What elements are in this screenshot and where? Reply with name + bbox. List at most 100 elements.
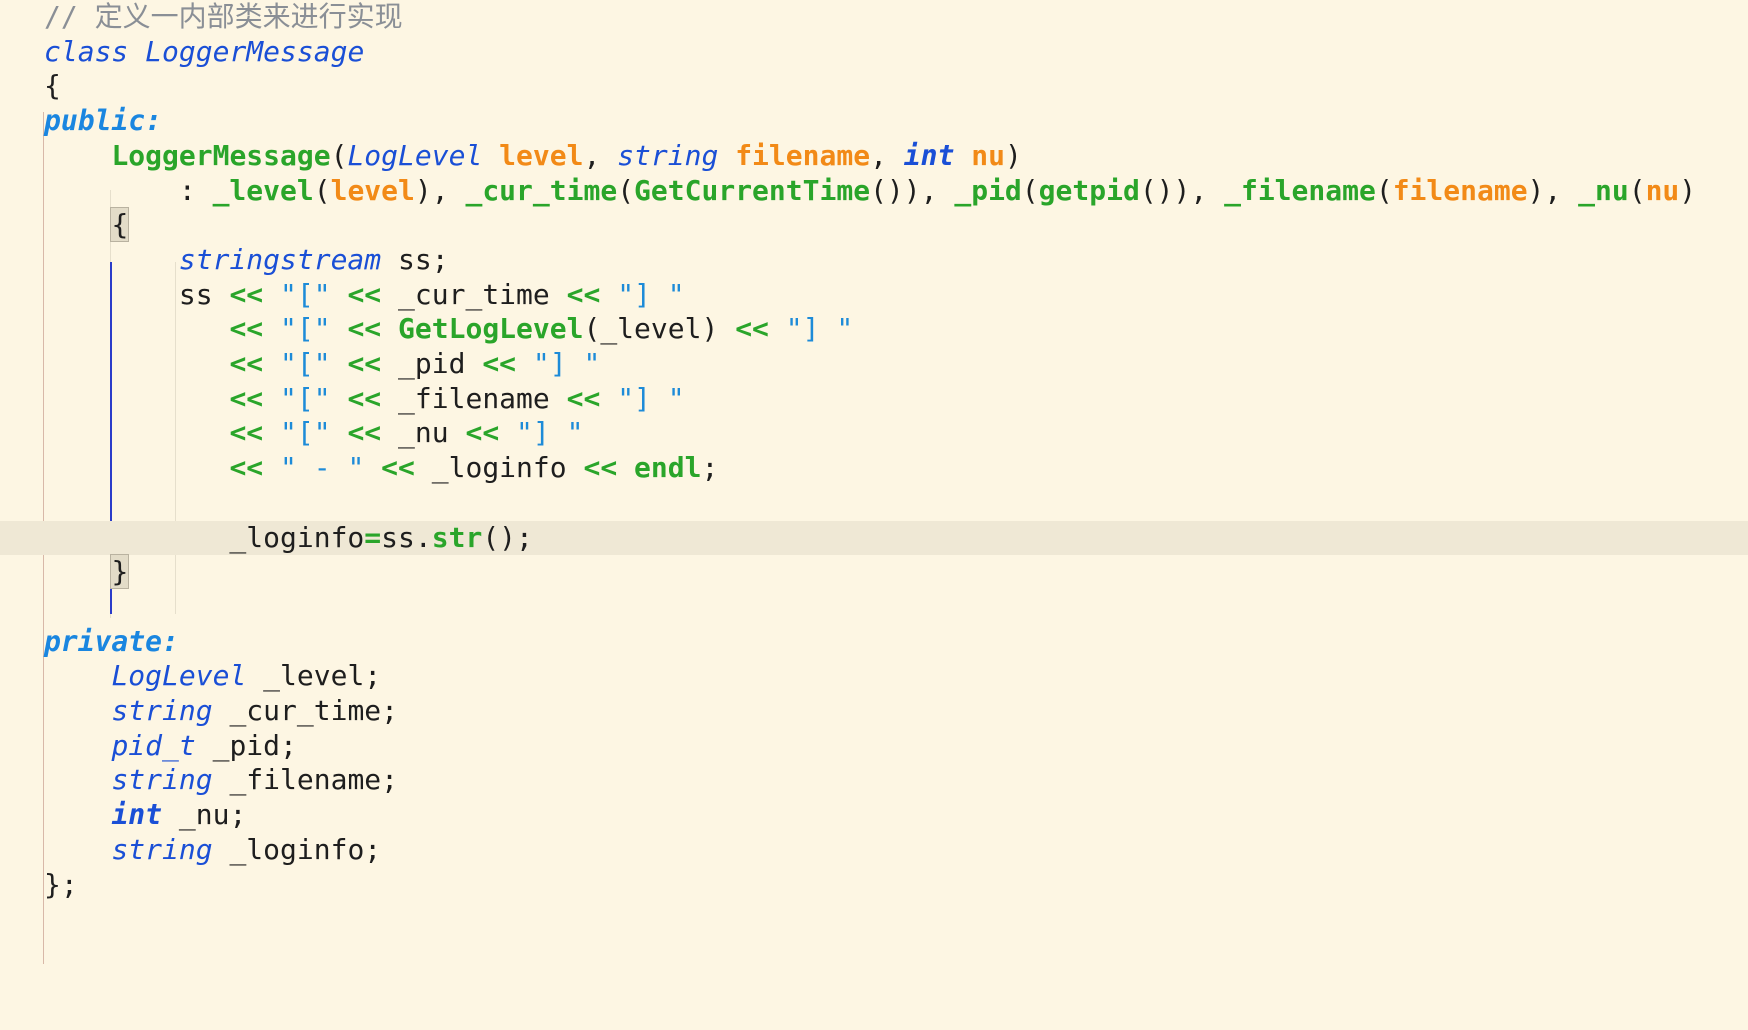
code-line[interactable]: { — [0, 207, 1748, 243]
code-token: nu — [1645, 173, 1680, 207]
code-line[interactable]: private: — [0, 625, 1748, 660]
code-line[interactable]: ss << "[" << _cur_time << "] " — [0, 278, 1748, 313]
code-token: getpid — [1038, 173, 1140, 207]
code-line[interactable]: << "[" << _filename << "] " — [0, 382, 1748, 417]
code-line-text: { — [44, 207, 130, 243]
code-token: ; — [701, 451, 719, 485]
code-line[interactable]: int _nu; — [0, 798, 1748, 833]
code-line[interactable] — [0, 486, 1748, 521]
code-token: "[" — [280, 347, 331, 380]
code-token: << — [229, 381, 264, 415]
code-token: _filename — [1224, 173, 1376, 207]
code-token: _level; — [246, 659, 382, 693]
code-token: endl — [634, 451, 702, 485]
code-token: _pid — [954, 173, 1022, 207]
code-token: << — [229, 347, 264, 380]
code-line[interactable]: // 定义一内部类来进行实现 — [0, 0, 1748, 35]
code-token: ss — [44, 277, 230, 311]
code-line[interactable]: { — [0, 69, 1748, 104]
code-line-text: { — [44, 69, 61, 104]
code-token: _cur_time; — [212, 694, 399, 727]
code-token: << — [735, 312, 769, 346]
code-token: ( — [617, 173, 635, 207]
code-token: LoggerMessage — [111, 138, 331, 172]
code-token: string — [617, 138, 719, 172]
code-line[interactable]: string _loginfo; — [0, 833, 1748, 868]
code-token: "[" — [280, 416, 331, 450]
code-line[interactable]: LoggerMessage(LogLevel level, string fil… — [0, 139, 1748, 174]
code-line[interactable]: public: — [0, 104, 1748, 139]
code-token: GetLogLevel — [398, 312, 584, 346]
code-line[interactable]: << "[" << GetLogLevel(_level) << "] " — [0, 312, 1748, 347]
code-line-text: _loginfo=ss.str(); — [44, 520, 532, 556]
code-token: ), — [414, 173, 466, 207]
code-token: GetCurrentTime — [634, 173, 871, 207]
code-line[interactable]: }; — [0, 868, 1748, 903]
code-line[interactable]: } — [0, 554, 1748, 590]
code-line[interactable]: _loginfo=ss.str(); — [0, 520, 1748, 556]
code-editor[interactable]: // 定义一内部类来进行实现 class LoggerMessage{public… — [0, 0, 1748, 1030]
code-token: str — [431, 520, 483, 554]
code-line[interactable]: pid_t _pid; — [0, 729, 1748, 764]
code-line[interactable]: LogLevel _level; — [0, 659, 1748, 694]
code-line-text: LoggerMessage(LogLevel level, string fil… — [44, 138, 1022, 174]
code-line[interactable]: << " - " << _loginfo << endl; — [0, 451, 1748, 486]
code-line-text: string _cur_time; — [44, 694, 398, 729]
code-token: { — [110, 207, 130, 243]
code-token: private: — [44, 624, 179, 658]
code-line[interactable]: string _cur_time; — [0, 694, 1748, 729]
code-line-text: << "[" << _pid << "] " — [44, 347, 600, 382]
code-token: string — [111, 694, 213, 727]
code-line[interactable]: << "[" << _pid << "] " — [0, 347, 1748, 382]
code-token: (_level) — [583, 312, 736, 346]
code-token: "] " — [617, 277, 685, 311]
code-token: ( — [330, 138, 348, 172]
code-token: "] " — [532, 347, 601, 380]
code-token: string — [111, 832, 213, 866]
code-token: pid_t — [111, 728, 196, 762]
code-token: << — [347, 312, 382, 346]
code-token: filename — [1392, 173, 1528, 207]
code-line[interactable]: stringstream ss; — [0, 243, 1748, 278]
code-token: int — [111, 798, 163, 832]
code-line-text: int _nu; — [44, 798, 246, 833]
code-line[interactable] — [0, 590, 1748, 625]
code-token: ( — [313, 173, 331, 207]
code-token: _nu; — [162, 798, 247, 832]
code-token: ) — [1004, 138, 1022, 172]
code-token: _level — [212, 173, 314, 207]
code-token: _cur_time — [381, 277, 567, 311]
code-token: ), — [1527, 173, 1579, 207]
code-token: stringstream — [178, 242, 382, 276]
code-token: ( — [1375, 173, 1393, 207]
code-line[interactable]: : _level(level), _cur_time(GetCurrentTim… — [0, 174, 1748, 209]
code-token: _nu — [1578, 173, 1629, 207]
code-line[interactable]: << "[" << _nu << "] " — [0, 416, 1748, 451]
code-line-text: LogLevel _level; — [44, 659, 381, 694]
code-token: << — [229, 277, 264, 311]
code-line-text: }; — [44, 868, 78, 903]
code-token: << — [347, 381, 382, 415]
code-line[interactable]: class LoggerMessage — [0, 35, 1748, 70]
code-token: "] " — [785, 312, 854, 346]
code-line[interactable]: string _filename; — [0, 763, 1748, 798]
